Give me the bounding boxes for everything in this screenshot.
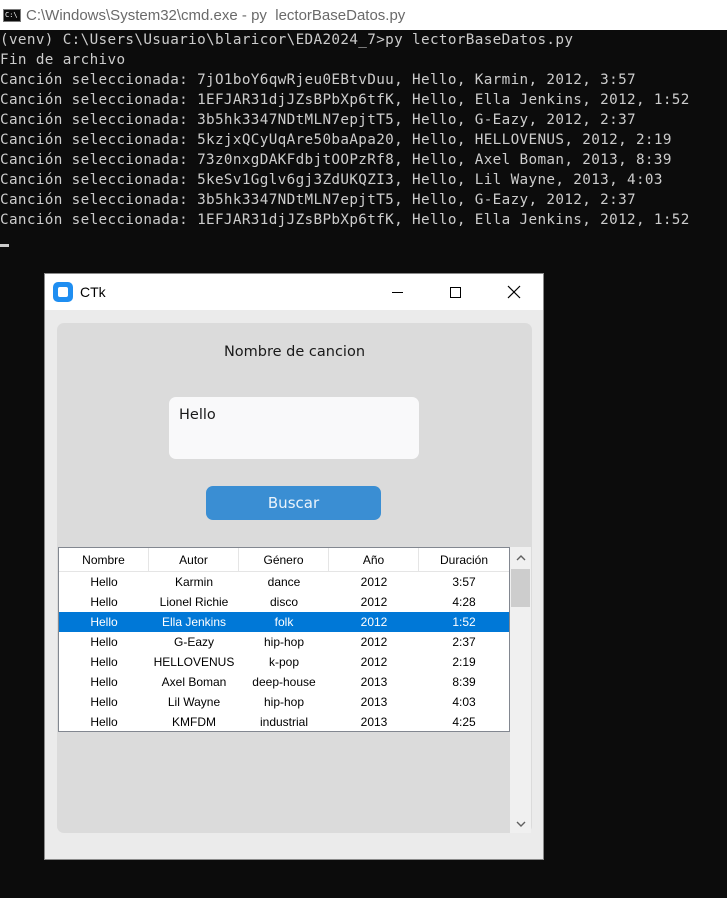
console-cursor [0,244,9,247]
table-cell: 4:03 [452,695,476,709]
terminal-icon [3,8,21,22]
chevron-up-icon [516,555,525,561]
table-cell: 2012 [360,575,388,589]
cmd-window-title: C:\Windows\System32\cmd.exe - py lectorB… [26,6,406,24]
table-cell: Axel Boman [161,675,227,689]
scroll-thumb[interactable] [511,569,530,607]
table-row[interactable]: Hello Lil Wayne hip-hop 2013 4:03 [59,692,509,712]
table-body: Hello Karmin dance 2012 3:57 Hello Lionel Rich… [59,572,509,732]
column-header[interactable]: Nombre [59,548,149,571]
song-name-input[interactable]: Hello [169,397,419,459]
table-cell: 4:28 [452,595,476,609]
console-line: Canción seleccionada: 1EFJAR31djJZsBPbXp… [0,92,690,108]
console-line: (venv) C:\Users\Usuario\blaricor\EDA2024… [0,32,574,48]
console-line: Canción seleccionada: 3b5hk3347NDtMLN7ep… [0,112,636,128]
table-cell: Hello [90,655,118,669]
table-cell: G-Eazy [173,635,214,649]
table-cell: Lionel Richie [159,595,229,609]
table-row[interactable]: Hello Ella Jenkins folk 2012 1:52 [59,612,509,632]
maximize-button[interactable] [426,274,484,310]
console-line: Canción seleccionada: 73z0nxgDAKFdbjtOOP… [0,152,672,168]
column-header[interactable]: Año [329,548,419,571]
table-row[interactable]: Hello Karmin dance 2012 3:57 [59,572,509,592]
table-cell: 2012 [360,635,388,649]
table-row[interactable]: Hello Lionel Richie disco 2012 4:28 [59,592,509,612]
maximize-icon [449,286,461,298]
table-cell: 3:57 [452,575,476,589]
table-cell: Hello [90,635,118,649]
table-scrollbar[interactable] [510,547,531,833]
table-cell: hip-hop [263,695,305,709]
console-output: (venv) C:\Users\Usuario\blaricor\EDA2024… [0,30,727,230]
table-cell: hip-hop [263,635,305,649]
table-cell: 2012 [360,655,388,669]
table-row[interactable]: Hello G-Eazy hip-hop 2012 2:37 [59,632,509,652]
scroll-down-button[interactable] [510,816,531,833]
search-button[interactable]: Buscar [206,486,381,520]
main-frame: Nombre de cancion Hello Buscar Nombre Aut… [57,323,532,833]
ctk-app-icon [53,282,73,302]
scroll-up-button[interactable] [510,549,531,566]
table-cell: 2:19 [452,655,476,669]
minimize-icon [391,291,403,293]
console-line: Canción seleccionada: 3b5hk3347NDtMLN7ep… [0,192,636,208]
table-cell: 2:37 [452,635,476,649]
table-cell: k-pop [268,655,300,669]
table-cell: Lil Wayne [167,695,221,709]
table-cell: 2013 [360,695,388,709]
table-cell: 2013 [360,715,388,729]
ctk-title-bar[interactable]: CTk [45,274,543,310]
table-row[interactable]: Hello KMFDM industrial 2013 4:25 [59,712,509,732]
close-button[interactable] [485,274,543,310]
table-cell: Ella Jenkins [161,615,227,629]
table-cell: 2012 [360,615,388,629]
ctk-window-title: CTk [80,284,106,300]
minimize-button[interactable] [368,274,426,310]
table-cell: 4:25 [452,715,476,729]
console-line: Canción seleccionada: 5keSv1Gglv6gj3ZdUK… [0,172,663,188]
console-line: Canción seleccionada: 1EFJAR31djJZsBPbXp… [0,212,690,228]
console-line: Canción seleccionada: 5kzjxQCyUqAre50baA… [0,132,672,148]
table-cell: disco [269,595,298,609]
song-name-label: Nombre de cancion [223,344,366,360]
table-row[interactable]: Hello Axel Boman deep-house 2013 8:39 [59,672,509,692]
table-cell: Hello [90,715,118,729]
table-cell: folk [274,615,294,629]
table-cell: Karmin [174,575,213,589]
column-header[interactable]: Autor [149,548,239,571]
table-row[interactable]: Hello HELLOVENUS k-pop 2012 2:19 [59,652,509,672]
table-cell: 1:52 [452,615,476,629]
table-cell: Hello [90,595,118,609]
table-cell: Hello [90,675,118,689]
cmd-title-bar[interactable]: C:\Windows\System32\cmd.exe - py lectorB… [0,0,727,30]
table-cell: industrial [259,715,309,729]
console-line: Fin de archivo [0,52,126,68]
column-header[interactable]: Género [239,548,329,571]
table-cell: 8:39 [452,675,476,689]
table-cell: Hello [90,615,118,629]
ctk-window: CTk Nombre de cancion Hello Buscar Nombr… [44,273,544,860]
table-cell: HELLOVENUS [153,655,235,669]
chevron-down-icon [516,821,525,827]
table-cell: Hello [90,695,118,709]
results-table[interactable]: Nombre Autor Género Año Duración Hello Karmin… [58,547,510,732]
table-cell: KMFDM [172,715,216,729]
table-cell: deep-house [252,675,316,689]
table-cell: dance [267,575,301,589]
console-line: Canción seleccionada: 7jO1boY6qwRjeu0EBt… [0,72,636,88]
column-header[interactable]: Duración [419,548,509,571]
table-cell: Hello [90,575,118,589]
table-header: Nombre Autor Género Año Duración [59,548,509,572]
table-cell: 2013 [360,675,388,689]
table-cell: 2012 [360,595,388,609]
close-icon [507,285,521,299]
